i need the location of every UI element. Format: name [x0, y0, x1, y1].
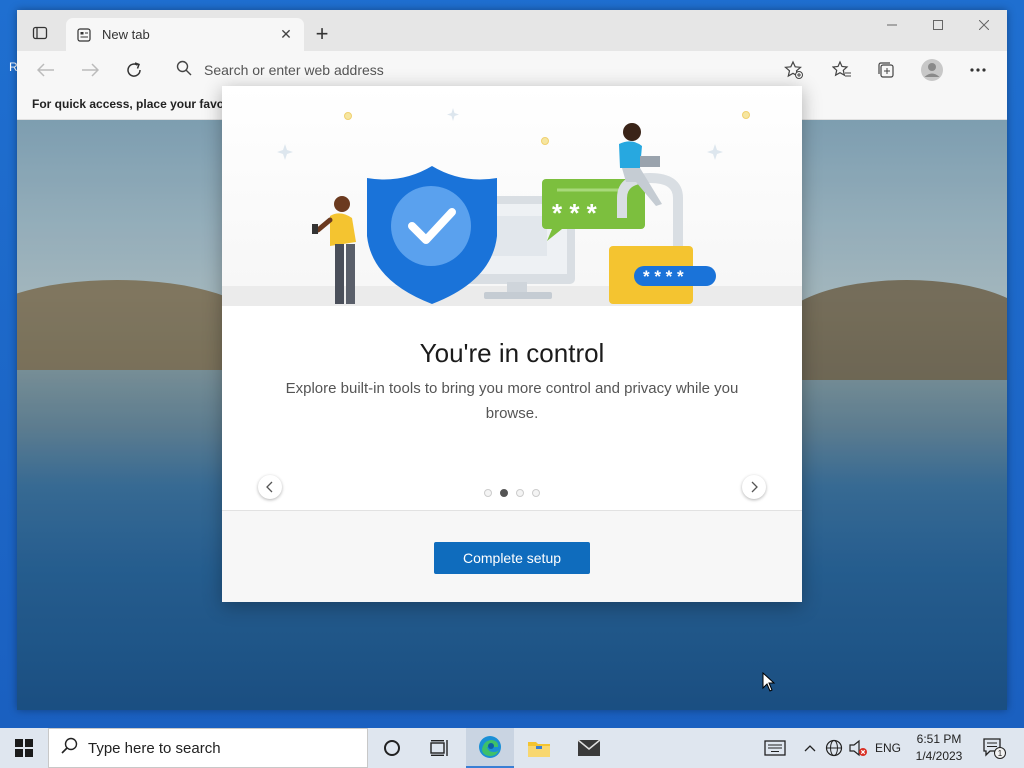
mouse-cursor-icon: [762, 672, 776, 692]
refresh-icon[interactable]: [120, 57, 148, 83]
maximize-button[interactable]: [915, 10, 961, 40]
notification-center-icon[interactable]: 1: [978, 728, 1010, 768]
address-bar[interactable]: Search or enter web address: [164, 55, 814, 85]
complete-setup-button[interactable]: Complete setup: [434, 542, 590, 574]
more-options-icon[interactable]: [965, 57, 991, 83]
clock-time: 6:51 PM: [916, 732, 962, 746]
taskbar: Type here to search ENG 6:51 PM 1/4/2023…: [0, 728, 1024, 768]
address-placeholder: Search or enter web address: [204, 62, 384, 78]
start-button[interactable]: [0, 728, 48, 768]
search-icon: [176, 60, 192, 81]
close-window-button[interactable]: [961, 10, 1007, 40]
carousel-dot-active[interactable]: [500, 489, 508, 497]
browser-tab[interactable]: New tab ✕: [66, 18, 304, 51]
dialog-description: Explore built-in tools to bring you more…: [285, 380, 739, 422]
speaker-muted-icon[interactable]: [846, 728, 870, 768]
browser-toolbar: Search or enter web address: [17, 51, 1007, 89]
keyboard-icon[interactable]: [760, 728, 790, 768]
taskbar-search-placeholder: Type here to search: [88, 739, 221, 757]
forward-arrow-icon[interactable]: [76, 57, 104, 83]
carousel-dots: [222, 489, 802, 497]
tab-actions-icon[interactable]: [29, 22, 51, 44]
dialog-footer: Complete setup: [222, 510, 802, 602]
new-tab-button[interactable]: +: [311, 21, 333, 46]
chevron-up-icon[interactable]: [800, 728, 820, 768]
setup-dialog: * * * * * * * You're in control Explore …: [222, 86, 802, 602]
window-controls: [869, 10, 1007, 40]
carousel-dot[interactable]: [484, 489, 492, 497]
file-explorer-icon[interactable]: [515, 728, 563, 768]
collections-icon[interactable]: [873, 57, 899, 83]
search-icon: [61, 737, 78, 759]
network-globe-icon[interactable]: [823, 728, 845, 768]
taskbar-search-box[interactable]: Type here to search: [48, 728, 368, 768]
privacy-illustration: * * * * * * *: [222, 86, 802, 306]
task-view-icon[interactable]: [416, 728, 464, 768]
profile-avatar-icon[interactable]: [919, 57, 945, 83]
favorites-icon[interactable]: [829, 57, 855, 83]
carousel-dot[interactable]: [516, 489, 524, 497]
close-tab-icon[interactable]: ✕: [278, 26, 294, 43]
tab-title: New tab: [102, 27, 150, 42]
notification-count: 1: [998, 749, 1003, 758]
clock-date: 1/4/2023: [915, 749, 963, 763]
cortana-icon[interactable]: [368, 728, 416, 768]
title-bar: New tab ✕ +: [17, 10, 1007, 51]
taskbar-clock[interactable]: 6:51 PM 1/4/2023: [904, 731, 974, 765]
language-indicator[interactable]: ENG: [872, 728, 904, 768]
windows-logo-icon: [15, 739, 33, 757]
dialog-title: You're in control: [419, 338, 605, 368]
add-favorite-icon[interactable]: [781, 57, 807, 83]
edge-taskbar-icon[interactable]: [466, 728, 514, 768]
mail-icon[interactable]: [565, 728, 613, 768]
minimize-button[interactable]: [869, 10, 915, 40]
new-tab-page-icon: [76, 27, 92, 43]
pin-mask-text: * * * *: [643, 267, 684, 286]
password-mask-text: * * *: [552, 198, 598, 228]
back-arrow-icon[interactable]: [32, 57, 60, 83]
carousel-dot[interactable]: [532, 489, 540, 497]
